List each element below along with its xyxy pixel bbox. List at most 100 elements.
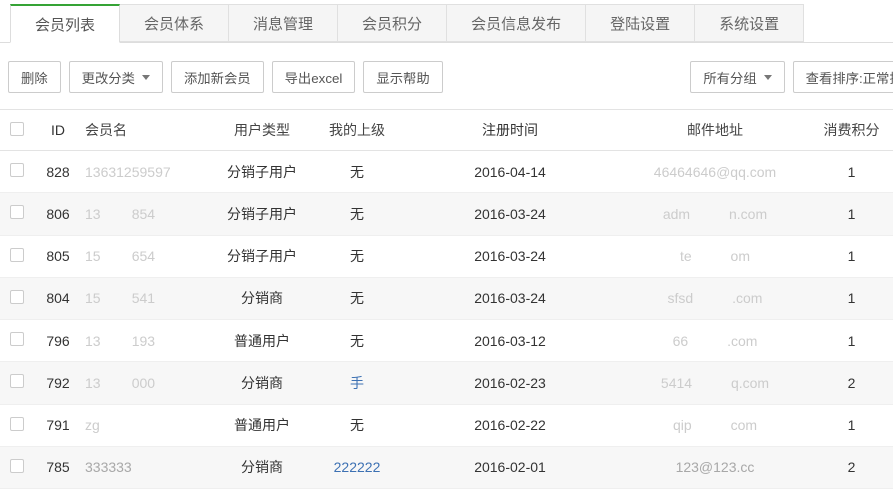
caret-down-icon — [764, 75, 772, 80]
row-checkbox[interactable] — [10, 459, 24, 473]
upline: 无 — [314, 162, 400, 182]
table-header: ID 会员名 用户类型 我的上级 注册时间 邮件地址 消费积分 — [0, 109, 893, 151]
tab-member-info-publish[interactable]: 会员信息发布 — [447, 4, 586, 42]
change-category-label: 更改分类 — [82, 68, 135, 87]
register-date: 2016-03-24 — [400, 248, 620, 264]
member-admin-page: 会员列表 会员体系 消息管理 会员积分 会员信息发布 登陆设置 系统设置 删除 … — [0, 0, 893, 490]
all-groups-dropdown[interactable]: 所有分组 — [690, 61, 784, 93]
member-name: 13 000 — [80, 375, 210, 391]
upline-link[interactable]: 手 — [314, 373, 400, 393]
member-name: zg — [80, 417, 210, 433]
select-all-checkbox-cell — [0, 122, 36, 139]
member-id: 785 — [36, 459, 80, 475]
col-header-points: 消费积分 — [810, 120, 893, 140]
tab-member-points[interactable]: 会员积分 — [338, 4, 447, 42]
user-type: 分销商 — [210, 457, 314, 477]
show-help-button[interactable]: 显示帮助 — [363, 61, 442, 93]
row-checkbox-cell — [0, 290, 36, 307]
sort-order-button[interactable]: 查看排序:正常排序 — [793, 61, 893, 93]
email: qip com — [620, 417, 810, 433]
row-checkbox[interactable] — [10, 374, 24, 388]
user-type: 分销商 — [210, 373, 314, 393]
col-header-upline: 我的上级 — [314, 120, 400, 140]
upline: 无 — [314, 288, 400, 308]
select-all-checkbox[interactable] — [10, 122, 24, 136]
upline: 无 — [314, 246, 400, 266]
points: 1 — [810, 417, 893, 433]
tab-message-management[interactable]: 消息管理 — [229, 4, 338, 42]
add-member-button[interactable]: 添加新会员 — [171, 61, 264, 93]
member-row: 806 13 854 分销子用户 无 2016-03-24 adm n.com … — [0, 193, 893, 235]
register-date: 2016-02-01 — [400, 459, 620, 475]
row-checkbox[interactable] — [10, 332, 24, 346]
member-row: 804 15 541 分销商 无 2016-03-24 sfsd .com 1 — [0, 278, 893, 320]
register-date: 2016-02-23 — [400, 375, 620, 391]
upline: 无 — [314, 204, 400, 224]
register-date: 2016-03-24 — [400, 206, 620, 222]
member-name: 15 654 — [80, 248, 210, 264]
member-id: 806 — [36, 206, 80, 222]
member-row: 796 13 193 普通用户 无 2016-03-12 66 .com 1 — [0, 320, 893, 362]
tab-member-list[interactable]: 会员列表 — [10, 4, 120, 43]
row-checkbox-cell — [0, 248, 36, 265]
col-header-date: 注册时间 — [400, 120, 620, 140]
member-name: 13 854 — [80, 206, 210, 222]
col-header-email: 邮件地址 — [620, 120, 810, 140]
upline-link[interactable]: 222222 — [314, 459, 400, 475]
member-row: 785 333333 分销商 222222 2016-02-01 123@123… — [0, 447, 893, 489]
email: sfsd .com — [620, 290, 810, 306]
points: 2 — [810, 375, 893, 391]
points: 1 — [810, 333, 893, 349]
points: 1 — [810, 206, 893, 222]
user-type: 分销子用户 — [210, 246, 314, 266]
toolbar: 删除 更改分类 添加新会员 导出excel 显示帮助 所有分组 查看排序:正常排… — [0, 43, 893, 109]
row-checkbox[interactable] — [10, 205, 24, 219]
toolbar-right-group: 所有分组 查看排序:正常排序 — [690, 61, 893, 93]
col-header-name: 会员名 — [80, 120, 210, 140]
points: 2 — [810, 459, 893, 475]
member-id: 791 — [36, 417, 80, 433]
register-date: 2016-02-22 — [400, 417, 620, 433]
member-name: 333333 — [80, 459, 210, 475]
user-type: 分销子用户 — [210, 204, 314, 224]
register-date: 2016-04-14 — [400, 164, 620, 180]
tab-system-settings[interactable]: 系统设置 — [695, 4, 804, 42]
email: 123@123.cc — [620, 459, 810, 475]
export-excel-button[interactable]: 导出excel — [272, 61, 356, 93]
email: te om — [620, 248, 810, 264]
member-id: 805 — [36, 248, 80, 264]
email: 46464646@qq.com — [620, 164, 810, 180]
change-category-button[interactable]: 更改分类 — [69, 61, 163, 93]
row-checkbox[interactable] — [10, 248, 24, 262]
all-groups-label: 所有分组 — [703, 68, 756, 87]
email: 5414 q.com — [620, 375, 810, 391]
row-checkbox[interactable] — [10, 417, 24, 431]
email: adm n.com — [620, 206, 810, 222]
member-row: 805 15 654 分销子用户 无 2016-03-24 te om 1 — [0, 236, 893, 278]
tab-login-settings[interactable]: 登陆设置 — [586, 4, 695, 42]
member-id: 792 — [36, 375, 80, 391]
row-checkbox-cell — [0, 374, 36, 391]
row-checkbox-cell — [0, 205, 36, 222]
member-name: 13 193 — [80, 333, 210, 349]
caret-down-icon — [142, 75, 150, 80]
row-checkbox[interactable] — [10, 163, 24, 177]
points: 1 — [810, 248, 893, 264]
register-date: 2016-03-24 — [400, 290, 620, 306]
row-checkbox[interactable] — [10, 290, 24, 304]
tab-member-system[interactable]: 会员体系 — [120, 4, 229, 42]
row-checkbox-cell — [0, 459, 36, 476]
col-header-id: ID — [36, 122, 80, 138]
upline: 无 — [314, 415, 400, 435]
delete-button[interactable]: 删除 — [8, 61, 61, 93]
member-row: 792 13 000 分销商 手 2016-02-23 5414 q.com 2 — [0, 362, 893, 404]
upline: 无 — [314, 331, 400, 351]
row-checkbox-cell — [0, 332, 36, 349]
points: 1 — [810, 290, 893, 306]
member-name: 13631259597 — [80, 164, 210, 180]
member-id: 796 — [36, 333, 80, 349]
user-type: 普通用户 — [210, 415, 314, 435]
register-date: 2016-03-12 — [400, 333, 620, 349]
member-id: 828 — [36, 164, 80, 180]
row-checkbox-cell — [0, 417, 36, 434]
